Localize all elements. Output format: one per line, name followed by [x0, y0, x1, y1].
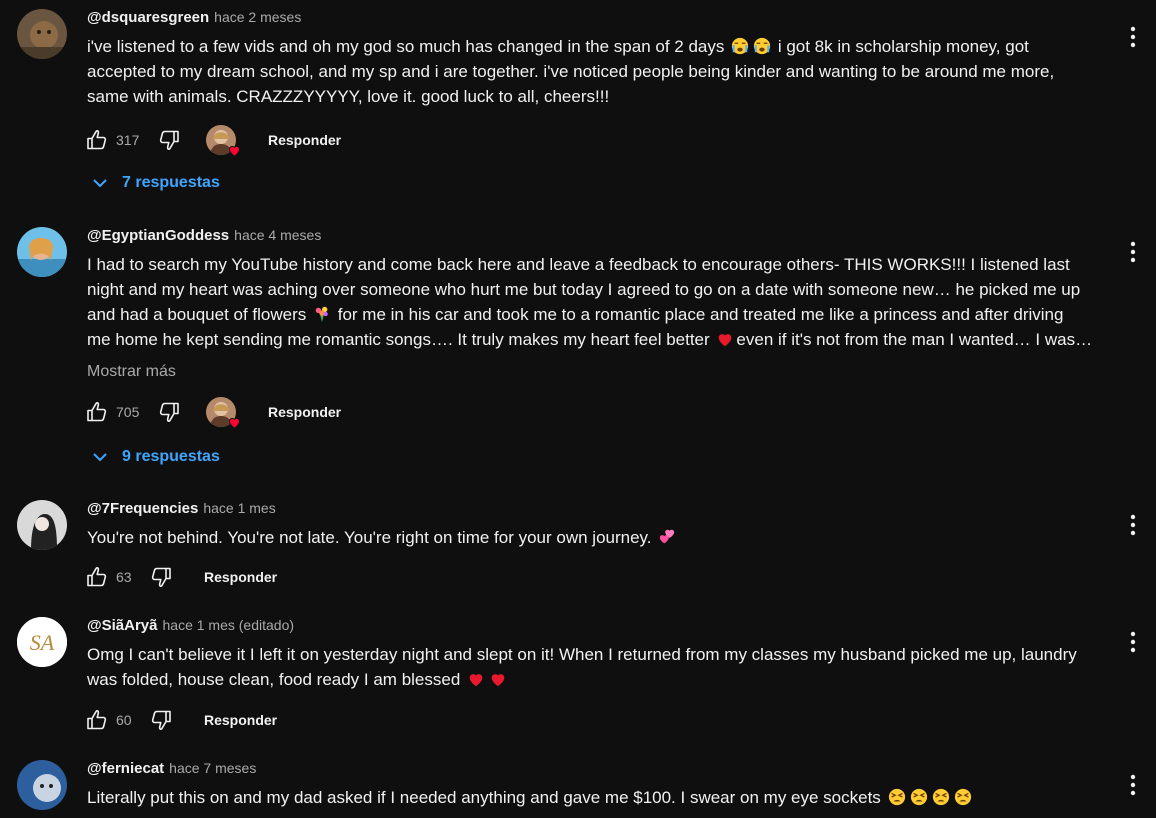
thumb-up-icon[interactable] [84, 707, 110, 733]
bouquet-emoji [313, 305, 331, 323]
replies-count: 7 respuestas [122, 174, 220, 191]
comment-time[interactable]: hace 1 mes (editado) [163, 617, 295, 633]
creator-heart-badge [206, 125, 236, 155]
comment-time[interactable]: hace 1 mes [203, 500, 275, 516]
red-heart-emoji [467, 670, 485, 688]
comment-line: was folded, house clean, food ready I am… [87, 670, 461, 689]
comment-author[interactable]: @7Frequencies [87, 500, 198, 517]
comment-time[interactable]: hace 2 meses [214, 9, 301, 25]
tired-face-emoji [954, 788, 972, 806]
reply-button[interactable]: Responder [268, 132, 341, 148]
comment-actions: 317 Responder [84, 125, 341, 155]
comment-line: You're not behind. You're not late. You'… [87, 528, 652, 547]
comment-line: even if it's not from the man I wanted… … [736, 330, 1093, 349]
comment-line: i've listened to a few vids and oh my go… [87, 37, 725, 56]
avatar[interactable] [17, 227, 67, 277]
comment-actions: 63 Responder [84, 562, 277, 592]
comment-text: You're not behind. You're not late. You'… [87, 525, 1107, 550]
comment-thread: SA @SiãAryã hace 1 mes (editado) Omg I c… [0, 617, 1156, 737]
thumb-down-icon[interactable] [156, 127, 182, 153]
comment-text: I had to search my YouTube history and c… [87, 252, 1107, 352]
comment-actions: 60 Responder [84, 705, 277, 735]
comment-author[interactable]: @dsquaresgreen [87, 9, 209, 26]
comment-line: and had a bouquet of flowers [87, 305, 307, 324]
loudly-crying-emoji [753, 37, 771, 55]
comment-line: night and my heart was aching over someo… [87, 280, 1081, 299]
heart-icon [227, 143, 242, 158]
chevron-down-icon [90, 447, 110, 467]
avatar-monogram: SA [30, 630, 55, 655]
thumb-down-icon[interactable] [148, 564, 174, 590]
comment-author[interactable]: @ferniecat [87, 760, 164, 777]
loudly-crying-emoji [731, 37, 749, 55]
red-heart-emoji [489, 670, 507, 688]
avatar[interactable] [17, 500, 67, 550]
more-actions-icon[interactable] [1122, 512, 1144, 538]
comment-header: @7Frequencies hace 1 mes [87, 500, 276, 522]
like-count: 63 [116, 569, 132, 585]
view-replies-button[interactable]: 7 respuestas [90, 173, 220, 193]
comment-line: Literally put this on and my dad asked i… [87, 788, 881, 807]
thumb-down-icon[interactable] [156, 399, 182, 425]
reply-button[interactable]: Responder [204, 569, 277, 585]
more-actions-icon[interactable] [1122, 239, 1144, 265]
tired-face-emoji [932, 788, 950, 806]
comment-line: me home he kept sending me romantic song… [87, 330, 710, 349]
comment-line: I had to search my YouTube history and c… [87, 255, 1070, 274]
avatar[interactable] [17, 760, 67, 810]
more-actions-icon[interactable] [1122, 24, 1144, 50]
more-actions-icon[interactable] [1122, 772, 1144, 798]
comment-text: Literally put this on and my dad asked i… [87, 785, 1107, 810]
comment-author[interactable]: @SiãAryã [87, 617, 158, 634]
comment-text: Omg I can't believe it I left it on yest… [87, 642, 1107, 692]
thumb-up-icon[interactable] [84, 127, 110, 153]
reply-button[interactable]: Responder [204, 712, 277, 728]
comment-line: for me in his car and took me to a roman… [337, 305, 1064, 324]
avatar[interactable]: SA [17, 617, 67, 667]
thumb-up-icon[interactable] [84, 564, 110, 590]
comment-thread: @ferniecat hace 7 meses Literally put th… [0, 760, 1156, 818]
thumb-down-icon[interactable] [148, 707, 174, 733]
comment-header: @ferniecat hace 7 meses [87, 760, 256, 782]
comment-thread: @7Frequencies hace 1 mes You're not behi… [0, 500, 1156, 595]
comment-time[interactable]: hace 7 meses [169, 760, 256, 776]
comment-header: @EgyptianGoddess hace 4 meses [87, 227, 321, 249]
view-replies-button[interactable]: 9 respuestas [90, 447, 220, 467]
heart-icon [227, 415, 242, 430]
like-count: 317 [116, 132, 140, 148]
comment-thread: @dsquaresgreen hace 2 meses i've listene… [0, 9, 1156, 199]
like-count: 705 [116, 404, 140, 420]
show-more-link[interactable]: Mostrar más [87, 363, 176, 381]
comment-thread: @EgyptianGoddess hace 4 meses I had to s… [0, 227, 1156, 477]
comment-header: @dsquaresgreen hace 2 meses [87, 9, 301, 31]
red-heart-emoji [716, 330, 734, 348]
comment-line: i got 8k in scholarship money, got [777, 37, 1029, 56]
tired-face-emoji [910, 788, 928, 806]
tired-face-emoji [888, 788, 906, 806]
replies-count: 9 respuestas [122, 448, 220, 465]
two-hearts-emoji [658, 528, 676, 546]
comment-line: Omg I can't believe it I left it on yest… [87, 645, 1077, 664]
comment-line: same with animals. CRAZZZYYYYY, love it.… [87, 87, 610, 106]
comment-header: @SiãAryã hace 1 mes (editado) [87, 617, 294, 639]
comment-line: accepted to my dream school, and my sp a… [87, 62, 1055, 81]
comment-time[interactable]: hace 4 meses [234, 227, 321, 243]
creator-heart-badge [206, 397, 236, 427]
chevron-down-icon [90, 173, 110, 193]
avatar[interactable] [17, 9, 67, 59]
comment-author[interactable]: @EgyptianGoddess [87, 227, 229, 244]
reply-button[interactable]: Responder [268, 404, 341, 420]
thumb-up-icon[interactable] [84, 399, 110, 425]
like-count: 60 [116, 712, 132, 728]
comment-actions: 705 Responder [84, 397, 341, 427]
comment-text: i've listened to a few vids and oh my go… [87, 34, 1107, 109]
more-actions-icon[interactable] [1122, 629, 1144, 655]
